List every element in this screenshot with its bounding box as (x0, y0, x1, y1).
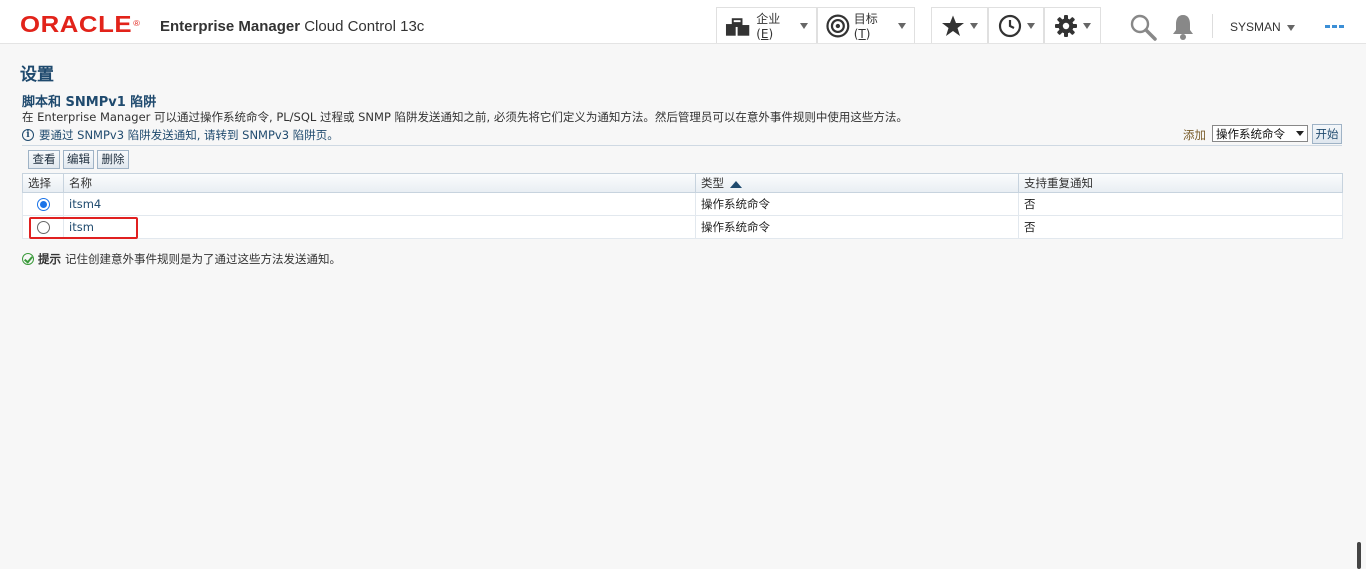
divider (22, 145, 1342, 146)
scrollbar-thumb[interactable] (1357, 542, 1361, 569)
oracle-logo[interactable]: ORACLE® (20, 12, 140, 36)
edit-button[interactable]: 编辑 (63, 150, 94, 169)
gear-icon (1055, 14, 1077, 37)
enterprise-icon (725, 17, 750, 36)
view-button[interactable]: 查看 (28, 150, 60, 169)
chevron-down-icon (1027, 22, 1035, 29)
method-name-link[interactable]: itsm (64, 216, 696, 238)
target-icon (826, 14, 850, 37)
column-header-name[interactable]: 名称 (64, 174, 696, 193)
setup-menu[interactable] (1044, 7, 1101, 43)
start-button[interactable]: 开始 (1312, 124, 1342, 144)
info-icon: i (22, 129, 34, 141)
history-icon (998, 14, 1022, 37)
check-circle-icon (22, 253, 34, 265)
row-radio-selected[interactable] (37, 198, 50, 211)
global-header: ORACLE® Enterprise Manager Cloud Control… (0, 0, 1366, 44)
highlight-annotation (29, 217, 138, 239)
tip-message: 提示 记住创建意外事件规则是为了通过这些方法发送通知。 (22, 251, 341, 267)
sort-ascending-icon (730, 181, 742, 188)
method-name-link[interactable]: itsm4 (64, 193, 696, 215)
table-row[interactable]: itsm4 操作系统命令 否 (22, 193, 1343, 216)
method-type: 操作系统命令 (696, 216, 1019, 238)
table-header: 选择 名称 类型 支持重复通知 (22, 173, 1343, 193)
favorites-menu[interactable] (931, 7, 988, 43)
star-icon (942, 15, 964, 36)
chevron-down-icon (1083, 22, 1091, 29)
product-title: Enterprise Manager Cloud Control 13c (160, 18, 425, 35)
user-menu[interactable]: SYSMAN (1230, 20, 1281, 34)
table-row[interactable]: itsm 操作系统命令 否 (22, 216, 1343, 239)
targets-menu[interactable]: 目标(T) (817, 7, 915, 43)
enterprise-menu[interactable]: 企业(E) (716, 7, 817, 43)
search-icon[interactable] (1129, 13, 1157, 41)
header-divider (1212, 14, 1213, 38)
method-repeat: 否 (1024, 197, 1036, 211)
section-description: 在 Enterprise Manager 可以通过操作系统命令, PL/SQL … (22, 110, 908, 124)
snmpv3-info: i 要通过 SNMPv3 陷阱发送通知, 请转到 SNMPv3 陷阱页。 (22, 127, 339, 143)
column-header-type[interactable]: 类型 (696, 174, 1019, 193)
section-title: 脚本和 SNMPv1 陷阱 (22, 95, 157, 110)
bell-icon[interactable] (1171, 13, 1195, 41)
method-type: 操作系统命令 (696, 193, 1019, 215)
method-repeat: 否 (1024, 220, 1036, 234)
chevron-down-icon (970, 22, 978, 29)
delete-button[interactable]: 删除 (97, 150, 129, 169)
column-header-select: 选择 (23, 174, 64, 193)
chevron-down-icon (1296, 131, 1304, 136)
page-title: 设置 (20, 65, 54, 85)
history-menu[interactable] (988, 7, 1044, 43)
chevron-down-icon (800, 22, 808, 29)
add-label: 添加 (1183, 128, 1206, 142)
snmpv3-info-text[interactable]: 要通过 SNMPv3 陷阱发送通知, 请转到 SNMPv3 陷阱页。 (39, 127, 339, 143)
menu-dots-icon[interactable] (1325, 25, 1344, 28)
chevron-down-icon (898, 22, 906, 29)
column-header-repeat[interactable]: 支持重复通知 (1019, 174, 1342, 193)
chevron-down-icon[interactable] (1287, 25, 1295, 31)
add-method-select[interactable]: 操作系统命令 (1212, 125, 1308, 142)
